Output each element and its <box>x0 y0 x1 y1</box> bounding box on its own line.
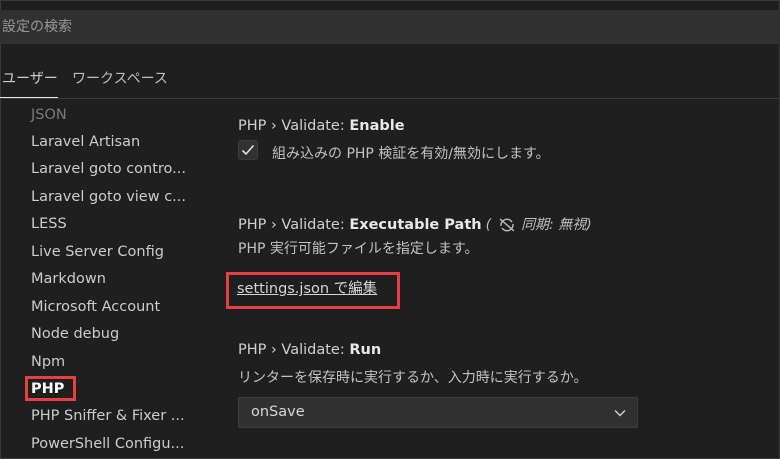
run-select-value: onSave <box>251 404 305 420</box>
settings-toc: JSON Laravel Artisan Laravel goto contro… <box>0 100 200 459</box>
setting-name: Enable <box>349 118 405 134</box>
search-placeholder: 設定の検索 <box>2 19 72 35</box>
toc-item-npm[interactable]: Npm <box>31 352 65 372</box>
setting-title-run: PHP › Validate: Run <box>238 342 381 358</box>
sync-ignored-icon <box>499 218 515 232</box>
settings-tabs: ユーザー ワークスペース <box>0 54 780 99</box>
enable-checkbox[interactable] <box>238 140 258 160</box>
toc-item-microsoft-account[interactable]: Microsoft Account <box>31 297 160 317</box>
toc-item-powershell-config[interactable]: PowerShell Configu... <box>31 434 184 454</box>
php-highlight-box <box>25 376 76 401</box>
link-highlight-box <box>226 272 400 309</box>
toc-item-markdown[interactable]: Markdown <box>31 269 106 289</box>
sync-open-paren: ( <box>485 217 492 233</box>
chevron-down-icon <box>614 409 626 417</box>
setting-title-enable: PHP › Validate: Enable <box>238 118 405 134</box>
setting-prefix: PHP › Validate: <box>238 342 350 358</box>
setting-prefix: PHP › Validate: <box>238 118 350 134</box>
run-select[interactable]: onSave <box>238 397 638 428</box>
tab-workspace[interactable]: ワークスペース <box>72 68 168 88</box>
toc-item-laravel-goto-controller[interactable]: Laravel goto contro... <box>31 159 186 179</box>
setting-prefix: PHP › Validate: <box>238 217 350 233</box>
toc-item-node-debug[interactable]: Node debug <box>31 324 119 344</box>
toc-item-live-server-config[interactable]: Live Server Config <box>31 242 164 262</box>
setting-desc-run: リンターを保存時に実行するか、入力時に実行するか。 <box>238 370 588 386</box>
setting-desc-enable: 組み込みの PHP 検証を有効/無効にします。 <box>272 146 550 162</box>
toc-item-laravel-artisan[interactable]: Laravel Artisan <box>31 132 140 152</box>
tab-user[interactable]: ユーザー <box>0 68 58 98</box>
search-input[interactable]: 設定の検索 <box>0 10 780 44</box>
setting-name: Executable Path <box>349 217 482 233</box>
toc-item-less[interactable]: LESS <box>31 214 67 234</box>
setting-title-executable-path: PHP › Validate: Executable Path( 同期: 無視) <box>238 214 592 234</box>
setting-name: Run <box>349 342 382 358</box>
setting-desc-executable-path: PHP 実行可能ファイルを指定します。 <box>238 241 479 257</box>
toc-item-laravel-goto-view[interactable]: Laravel goto view c... <box>31 187 186 207</box>
toc-item-json[interactable]: JSON <box>31 105 67 125</box>
sync-ignored-label: 同期: 無視) <box>521 217 592 233</box>
check-icon <box>241 144 255 156</box>
toc-item-php-sniffer-fixer[interactable]: PHP Sniffer & Fixer ... <box>31 406 185 426</box>
